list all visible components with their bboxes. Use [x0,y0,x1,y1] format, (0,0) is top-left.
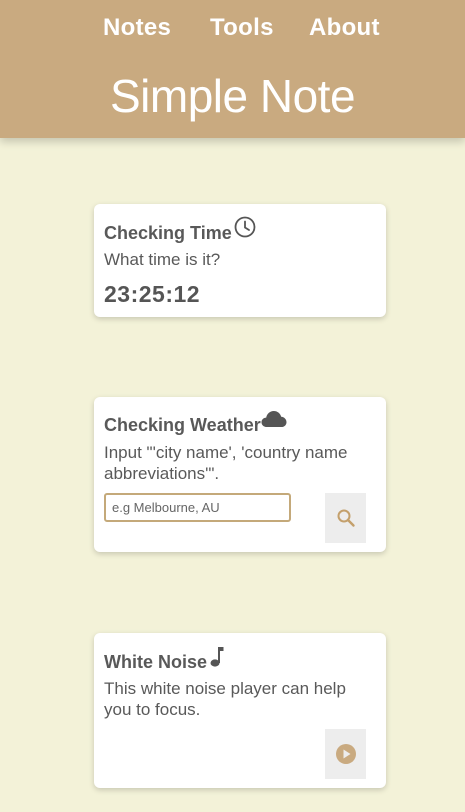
white-noise-description: This white noise player can help you to … [104,679,346,719]
white-noise-card: White Noise This white noise player can … [94,633,386,788]
search-icon [337,509,355,527]
cloud-icon [261,411,287,427]
weather-card-title: Checking Weather [104,415,261,435]
site-title: Simple Note [109,70,356,122]
city-input[interactable] [104,493,291,522]
weather-instruction: Input "'city name', 'country name abbrev… [104,443,348,483]
music-note-icon [210,647,224,667]
nav-item-tools[interactable]: Tools [210,14,274,42]
nav-item-notes[interactable]: Notes [103,14,171,42]
time-question: What time is it? [104,250,221,269]
time-card-title: Checking Time [104,223,232,243]
white-noise-card-title: White Noise [104,652,208,672]
play-icon [335,744,356,764]
nav-item-about[interactable]: About [309,14,380,42]
site-header: Notes Tools About Simple Note [0,0,465,138]
main-nav: Notes Tools About [0,14,465,48]
weather-card: Checking Weather Input "'city name', 'co… [94,397,386,552]
clock-icon [234,216,256,238]
play-button[interactable] [325,729,366,779]
clock-display: 23:25:12 [104,281,201,307]
time-card: Checking Time What time is it? 23:25:12 [94,204,386,317]
search-button[interactable] [325,493,366,543]
